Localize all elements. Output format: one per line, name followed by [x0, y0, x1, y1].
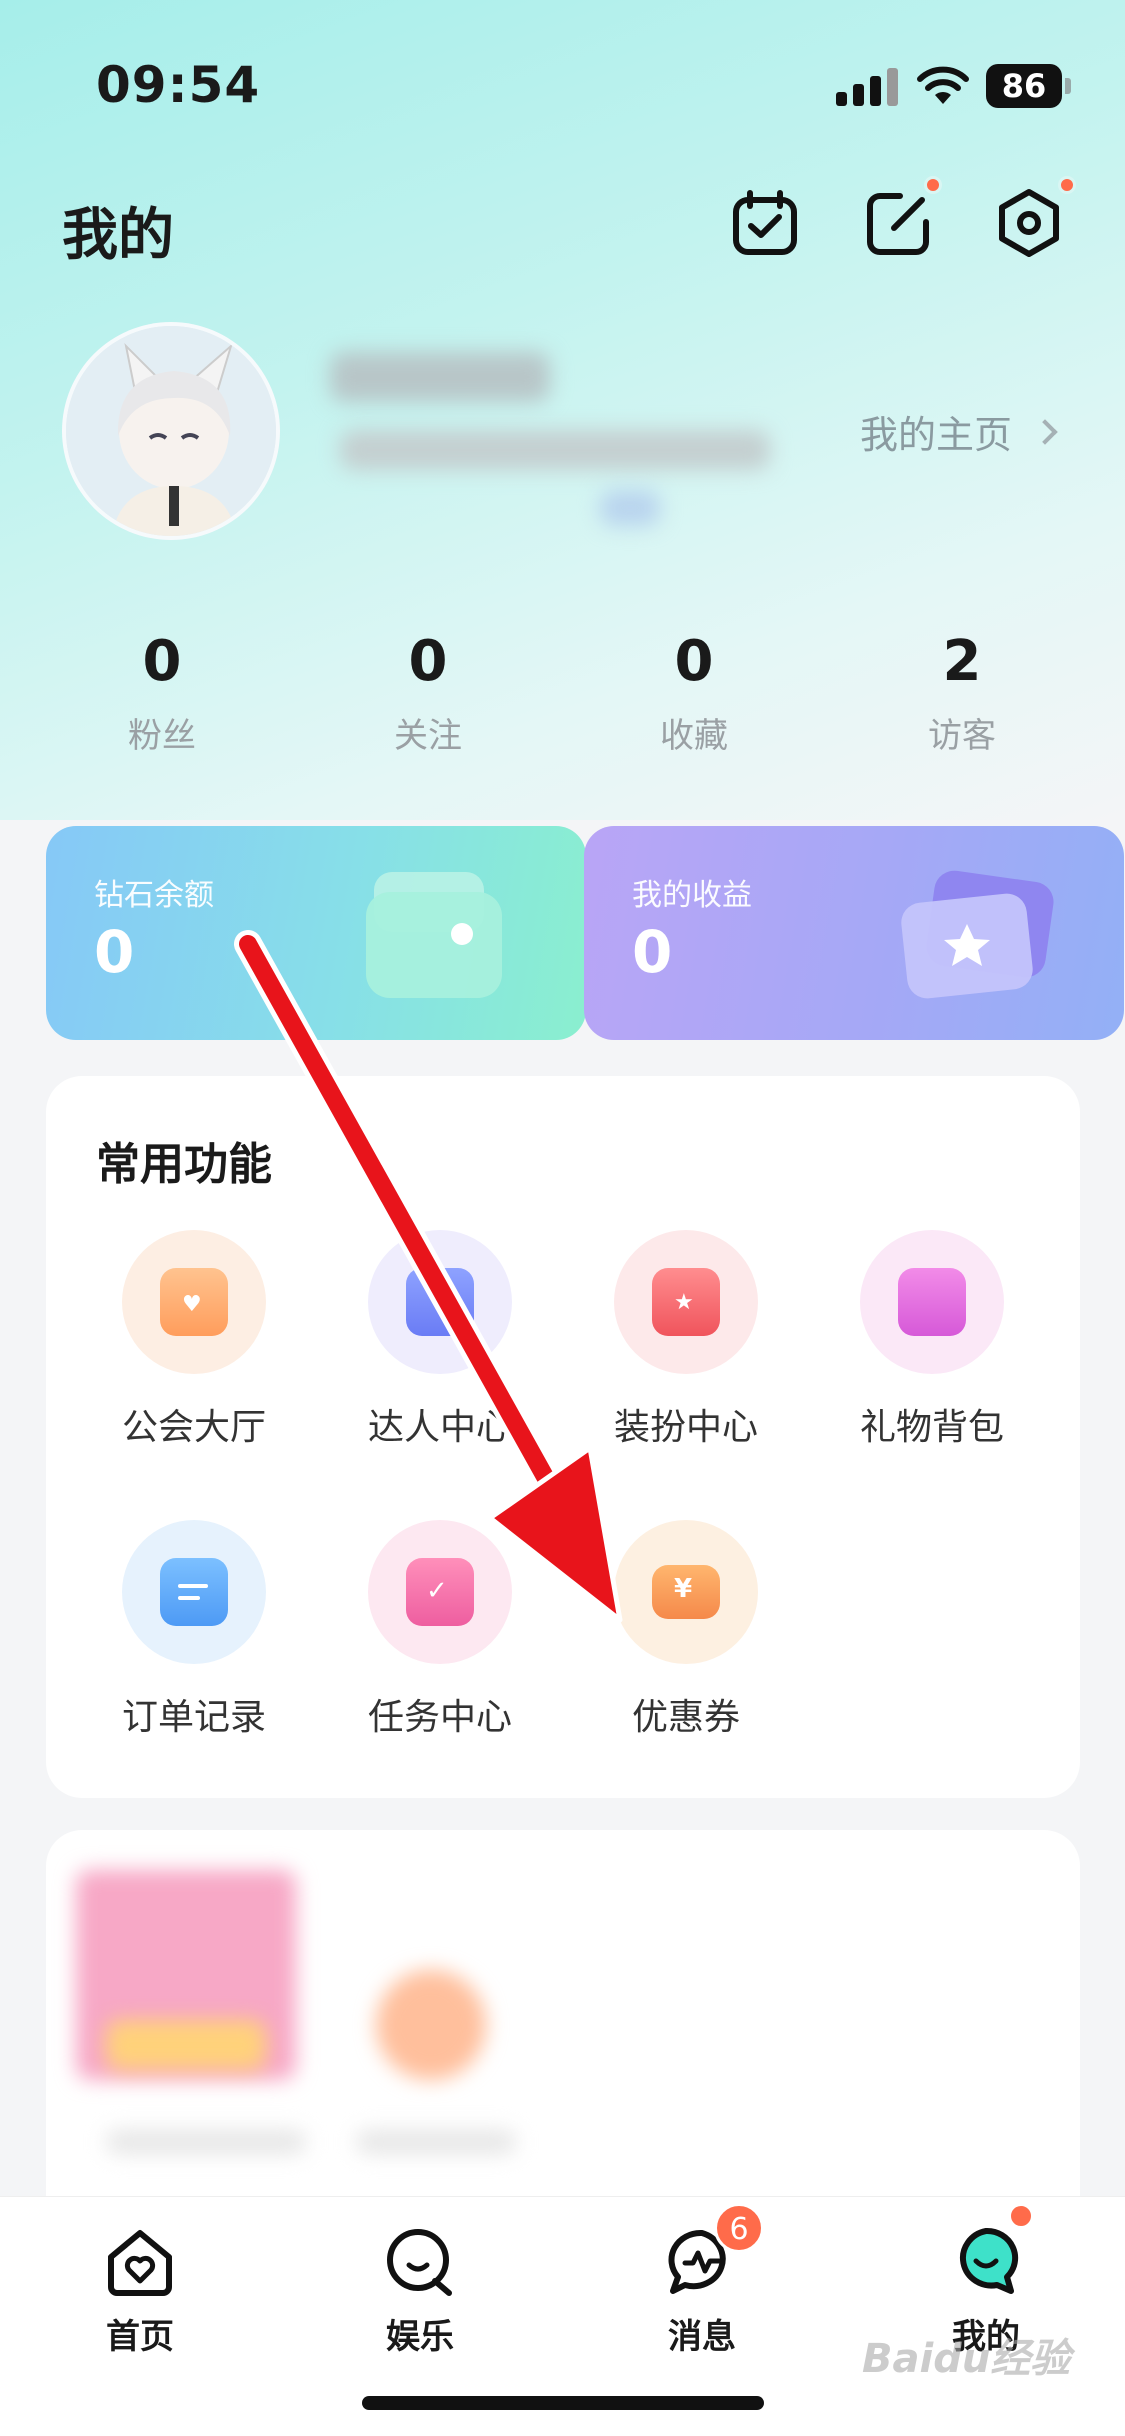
me-notification-dot: [1008, 2203, 1034, 2229]
home-indicator: [362, 2396, 764, 2410]
chevron-right-icon: [1032, 418, 1058, 445]
stat-label: 关注: [394, 716, 462, 756]
feature-task-center[interactable]: ✓ 任务中心: [340, 1520, 540, 1740]
diamond-balance-value: 0: [94, 918, 135, 986]
guild-hall-icon: ♥: [122, 1230, 266, 1374]
blurred-text: [106, 2130, 306, 2154]
tab-entertainment[interactable]: 娱乐: [330, 2225, 510, 2358]
avatar-illustration: [66, 326, 276, 536]
feature-label: 任务中心: [367, 1697, 512, 1738]
stat-favorites[interactable]: 0 收藏: [594, 630, 794, 757]
tab-label: 首页: [106, 2317, 174, 2357]
stat-label: 收藏: [660, 716, 728, 756]
cellular-signal-icon: [836, 68, 898, 106]
status-bar: 09:54 86: [0, 0, 1125, 150]
blurred-text: [356, 2130, 516, 2154]
earnings-card[interactable]: 我的收益 0: [584, 826, 1124, 1040]
feature-gift-bag[interactable]: 礼物背包: [832, 1230, 1032, 1450]
battery-cap: [1065, 78, 1071, 94]
stat-visitors[interactable]: 2 访客: [862, 630, 1062, 757]
stat-value: 0: [142, 629, 182, 694]
my-homepage-link[interactable]: 我的主页: [860, 404, 1058, 459]
settings-notification-dot: [1058, 176, 1076, 194]
task-center-icon: ✓: [368, 1520, 512, 1664]
coupon-icon: ¥: [614, 1520, 758, 1664]
user-info-blurred: [340, 430, 770, 470]
stat-value: 0: [674, 629, 714, 694]
wifi-icon: [917, 66, 969, 104]
username-blurred: [330, 352, 550, 402]
edit-notification-dot: [924, 176, 942, 194]
feature-talent-center[interactable]: 达人中心: [340, 1230, 540, 1450]
stat-fans[interactable]: 0 粉丝: [62, 630, 262, 757]
star-ticket-icon: [901, 870, 1054, 999]
blurred-avatar: [376, 1970, 486, 2080]
talent-center-icon: [368, 1230, 512, 1374]
diamond-balance-card[interactable]: 钻石余额 0: [46, 826, 586, 1040]
calendar-check-icon[interactable]: [730, 188, 800, 258]
battery-icon: 86: [986, 64, 1062, 108]
wallet-icon: [366, 872, 502, 998]
earnings-title: 我的收益: [632, 878, 752, 913]
me-icon: [959, 2227, 1019, 2294]
feature-coupon[interactable]: ¥ 优惠券: [586, 1520, 786, 1740]
message-badge: 6: [714, 2203, 764, 2253]
feature-label: 优惠券: [631, 1697, 740, 1738]
feature-label: 订单记录: [121, 1697, 266, 1738]
watermark: Baidu经验: [862, 2336, 1071, 2382]
status-time: 09:54: [96, 56, 261, 114]
feature-label: 礼物背包: [859, 1407, 1004, 1448]
gift-bag-icon: [860, 1230, 1004, 1374]
stat-value: 2: [942, 629, 982, 694]
stat-label: 访客: [928, 716, 996, 756]
stat-label: 粉丝: [128, 716, 196, 756]
diamond-balance-title: 钻石余额: [94, 878, 214, 913]
feature-label: 公会大厅: [121, 1407, 266, 1448]
recommendation-panel-blurred: [46, 1830, 1080, 2250]
order-record-icon: [122, 1520, 266, 1664]
blurred-banner-label: [106, 2020, 266, 2070]
settings-icon[interactable]: [994, 188, 1064, 258]
feature-order-record[interactable]: 订单记录: [94, 1520, 294, 1740]
page-title: 我的: [62, 203, 174, 268]
common-features-title: 常用功能: [96, 1139, 272, 1190]
tab-label: 消息: [668, 2317, 736, 2357]
dress-up-icon: ★: [614, 1230, 758, 1374]
edit-icon[interactable]: [864, 188, 934, 258]
tab-home[interactable]: 首页: [50, 2225, 230, 2358]
feature-dress-up-center[interactable]: ★ 装扮中心: [586, 1230, 786, 1450]
stat-value: 0: [408, 629, 448, 694]
user-tag-blurred: [600, 490, 660, 526]
stat-following[interactable]: 0 关注: [328, 630, 528, 757]
feature-label: 达人中心: [367, 1407, 512, 1448]
entertainment-icon: [387, 2229, 452, 2296]
tab-messages[interactable]: 消息: [612, 2225, 792, 2358]
home-icon: [108, 2230, 172, 2296]
common-features-panel: 常用功能 ♥ 公会大厅 达人中心 ★ 装扮中心 礼物背包 订单记录 ✓ 任务中心…: [46, 1076, 1080, 1798]
feature-guild-hall[interactable]: ♥ 公会大厅: [94, 1230, 294, 1450]
earnings-value: 0: [632, 918, 673, 986]
my-homepage-label: 我的主页: [860, 413, 1013, 457]
feature-label: 装扮中心: [613, 1407, 758, 1448]
tab-label: 娱乐: [386, 2317, 454, 2357]
avatar[interactable]: [62, 322, 280, 540]
